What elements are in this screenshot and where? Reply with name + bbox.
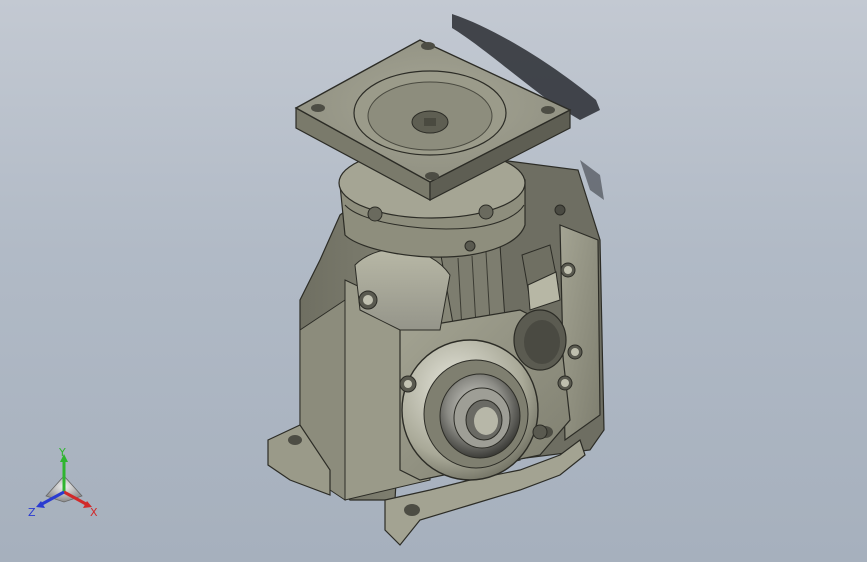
graphics-viewport[interactable]: Y X Z: [0, 0, 867, 562]
triad-z-label: Z: [28, 506, 36, 519]
coordinate-triad: Y X Z: [28, 446, 98, 519]
triad-y-label: Y: [58, 446, 66, 459]
gear-reducer-model[interactable]: [0, 0, 867, 562]
triad-x-label: X: [90, 506, 98, 519]
